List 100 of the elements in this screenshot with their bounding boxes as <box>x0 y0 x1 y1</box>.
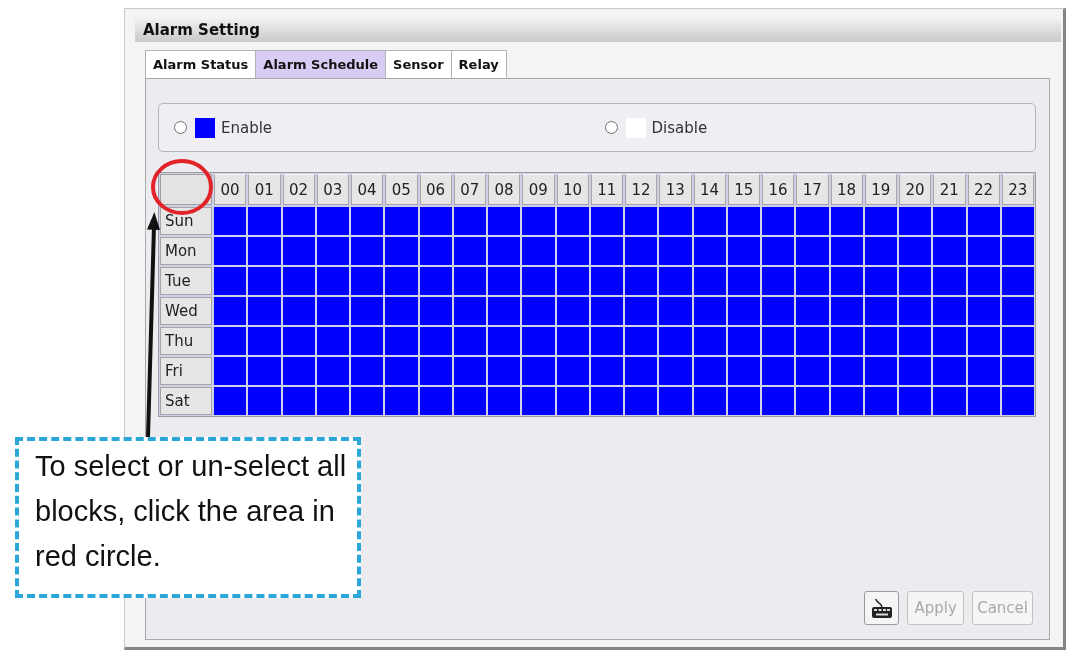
schedule-block[interactable] <box>762 387 795 415</box>
schedule-block[interactable] <box>488 327 521 355</box>
schedule-block[interactable] <box>590 297 623 325</box>
schedule-block[interactable] <box>453 387 486 415</box>
schedule-block[interactable] <box>488 387 521 415</box>
schedule-block[interactable] <box>830 207 863 235</box>
schedule-block[interactable] <box>899 387 932 415</box>
schedule-block[interactable] <box>1001 237 1034 265</box>
schedule-block[interactable] <box>316 207 349 235</box>
schedule-block[interactable] <box>625 267 658 295</box>
schedule-block[interactable] <box>625 207 658 235</box>
schedule-block[interactable] <box>282 267 315 295</box>
schedule-block[interactable] <box>590 207 623 235</box>
schedule-block[interactable] <box>899 237 932 265</box>
schedule-block[interactable] <box>864 297 897 325</box>
schedule-block[interactable] <box>864 327 897 355</box>
schedule-block[interactable] <box>1001 297 1034 325</box>
schedule-block[interactable] <box>453 267 486 295</box>
schedule-block[interactable] <box>762 327 795 355</box>
schedule-block[interactable] <box>899 357 932 385</box>
select-all-cell[interactable] <box>160 174 212 205</box>
schedule-block[interactable] <box>419 237 452 265</box>
schedule-block[interactable] <box>488 297 521 325</box>
schedule-block[interactable] <box>556 327 589 355</box>
schedule-block[interactable] <box>453 207 486 235</box>
schedule-block[interactable] <box>967 237 1000 265</box>
schedule-block[interactable] <box>727 297 760 325</box>
schedule-block[interactable] <box>282 207 315 235</box>
schedule-block[interactable] <box>762 297 795 325</box>
schedule-block[interactable] <box>488 207 521 235</box>
schedule-block[interactable] <box>1001 387 1034 415</box>
schedule-block[interactable] <box>214 357 247 385</box>
schedule-block[interactable] <box>590 267 623 295</box>
schedule-block[interactable] <box>727 327 760 355</box>
schedule-block[interactable] <box>625 297 658 325</box>
schedule-block[interactable] <box>351 327 384 355</box>
schedule-block[interactable] <box>488 357 521 385</box>
schedule-block[interactable] <box>453 357 486 385</box>
schedule-block[interactable] <box>864 357 897 385</box>
schedule-block[interactable] <box>625 327 658 355</box>
schedule-block[interactable] <box>864 207 897 235</box>
schedule-block[interactable] <box>316 357 349 385</box>
schedule-block[interactable] <box>693 237 726 265</box>
schedule-block[interactable] <box>967 327 1000 355</box>
schedule-block[interactable] <box>556 237 589 265</box>
schedule-block[interactable] <box>351 267 384 295</box>
schedule-block[interactable] <box>351 297 384 325</box>
schedule-block[interactable] <box>899 267 932 295</box>
schedule-block[interactable] <box>830 237 863 265</box>
schedule-block[interactable] <box>316 327 349 355</box>
schedule-block[interactable] <box>830 297 863 325</box>
schedule-block[interactable] <box>453 327 486 355</box>
schedule-block[interactable] <box>282 387 315 415</box>
schedule-block[interactable] <box>282 357 315 385</box>
schedule-block[interactable] <box>556 297 589 325</box>
schedule-block[interactable] <box>282 327 315 355</box>
schedule-block[interactable] <box>590 237 623 265</box>
schedule-block[interactable] <box>419 357 452 385</box>
keyboard-button[interactable] <box>864 591 900 625</box>
schedule-block[interactable] <box>727 267 760 295</box>
schedule-block[interactable] <box>1001 357 1034 385</box>
schedule-block[interactable] <box>967 357 1000 385</box>
schedule-block[interactable] <box>282 237 315 265</box>
schedule-block[interactable] <box>693 327 726 355</box>
schedule-block[interactable] <box>830 267 863 295</box>
schedule-block[interactable] <box>351 357 384 385</box>
schedule-block[interactable] <box>625 387 658 415</box>
schedule-block[interactable] <box>625 237 658 265</box>
schedule-block[interactable] <box>727 357 760 385</box>
schedule-block[interactable] <box>214 237 247 265</box>
schedule-block[interactable] <box>899 327 932 355</box>
schedule-block[interactable] <box>693 387 726 415</box>
schedule-block[interactable] <box>419 387 452 415</box>
schedule-block[interactable] <box>693 267 726 295</box>
schedule-block[interactable] <box>316 297 349 325</box>
schedule-block[interactable] <box>590 387 623 415</box>
schedule-block[interactable] <box>419 267 452 295</box>
schedule-block[interactable] <box>214 207 247 235</box>
schedule-block[interactable] <box>419 297 452 325</box>
schedule-block[interactable] <box>214 327 247 355</box>
schedule-block[interactable] <box>899 297 932 325</box>
schedule-block[interactable] <box>590 357 623 385</box>
schedule-block[interactable] <box>693 207 726 235</box>
schedule-block[interactable] <box>214 297 247 325</box>
schedule-block[interactable] <box>488 267 521 295</box>
schedule-block[interactable] <box>1001 327 1034 355</box>
schedule-block[interactable] <box>727 207 760 235</box>
radio-button[interactable] <box>604 121 618 134</box>
schedule-block[interactable] <box>316 237 349 265</box>
schedule-block[interactable] <box>590 327 623 355</box>
tab[interactable]: Alarm Status <box>145 50 257 78</box>
schedule-block[interactable] <box>899 207 932 235</box>
schedule-block[interactable] <box>864 387 897 415</box>
radio-button[interactable] <box>174 121 187 134</box>
schedule-block[interactable] <box>762 357 795 385</box>
schedule-block[interactable] <box>967 267 1000 295</box>
schedule-block[interactable] <box>556 387 589 415</box>
schedule-block[interactable] <box>693 297 726 325</box>
schedule-block[interactable] <box>762 237 795 265</box>
schedule-block[interactable] <box>967 387 1000 415</box>
